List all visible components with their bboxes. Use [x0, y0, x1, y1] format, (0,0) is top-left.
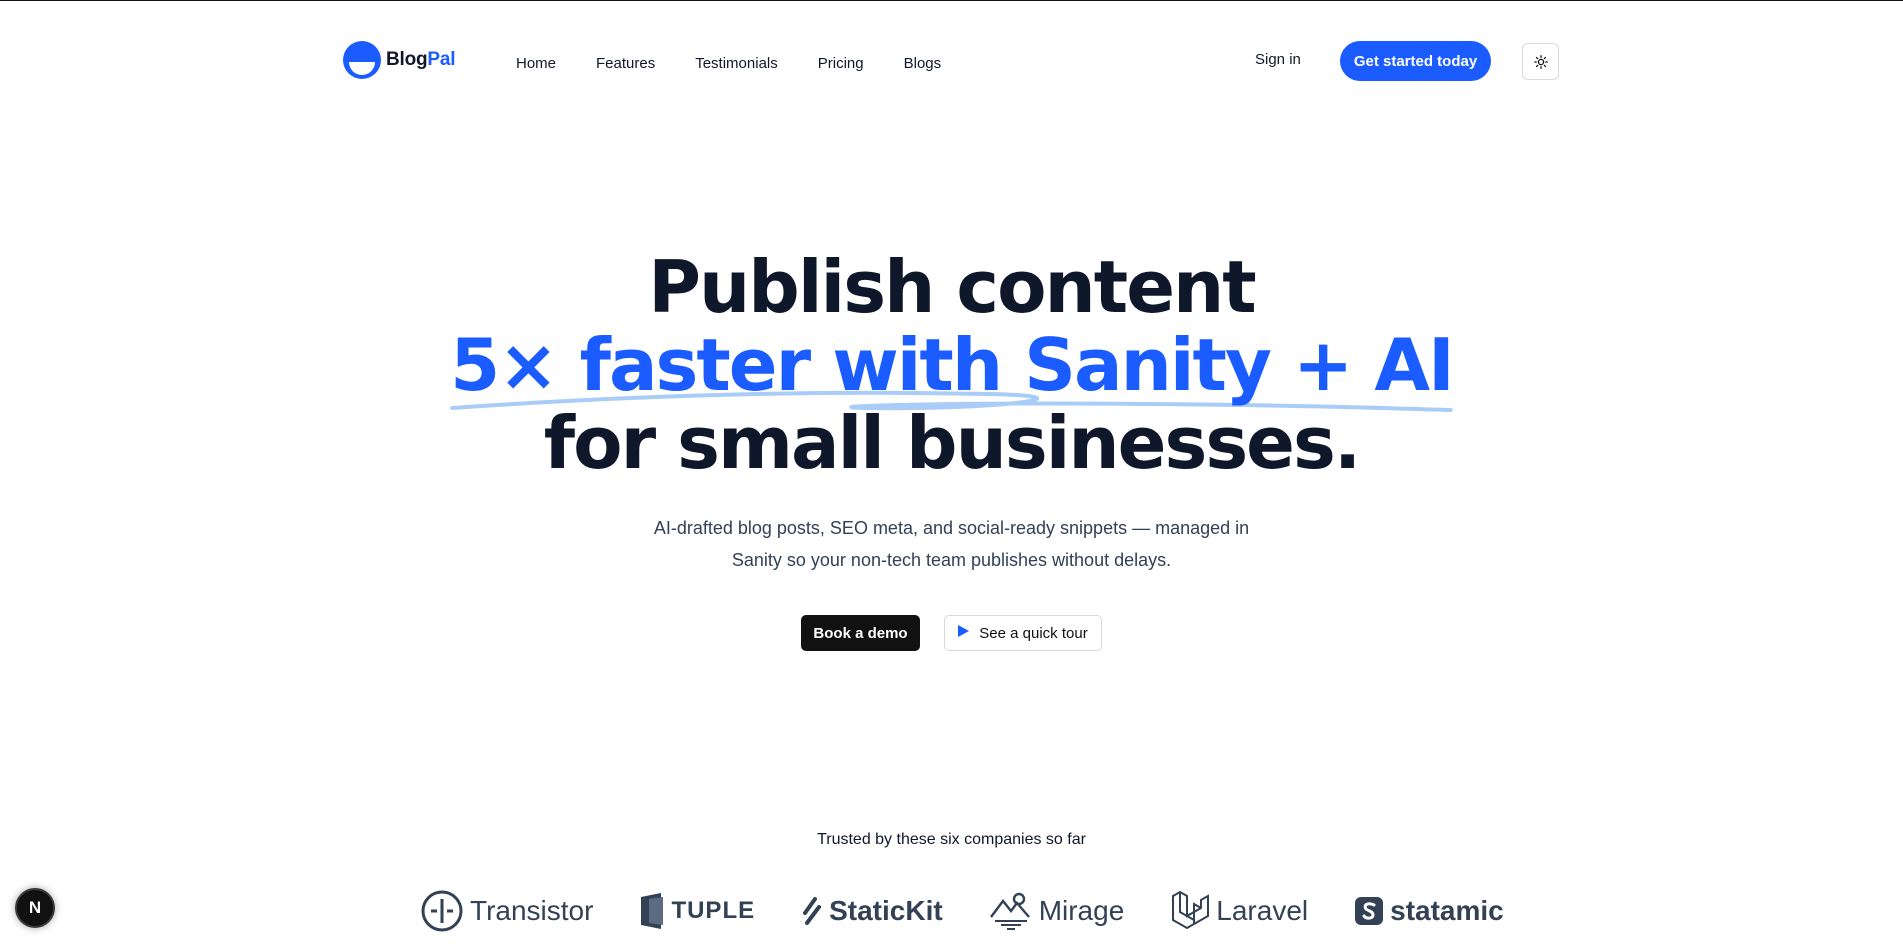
company-name: TUPLE [671, 897, 756, 924]
transistor-logo-icon [421, 890, 463, 932]
company-name: StaticKit [829, 895, 943, 926]
hero-heading: Publish content 5× faster with Sanity + … [0, 248, 1903, 482]
nav-pricing[interactable]: Pricing [818, 55, 864, 72]
nav-blogs[interactable]: Blogs [904, 55, 942, 72]
company-statamic: statamic [1354, 895, 1504, 927]
nav-features[interactable]: Features [596, 55, 655, 72]
company-mirage: Mirage [989, 891, 1125, 931]
main-nav: Home Features Testimonials Pricing Blogs [516, 55, 981, 72]
company-name: Transistor [470, 895, 594, 926]
nextjs-dev-badge[interactable]: N [15, 888, 55, 928]
company-tuple: TUPLE [639, 891, 755, 931]
brand-name-part2: Pal [427, 49, 456, 70]
hero-line-2: 5× faster with Sanity + AI [450, 323, 1455, 407]
mirage-logo-icon [989, 892, 1030, 930]
statamic-logo-icon [1355, 897, 1384, 925]
company-logos: Transistor TUPLE StaticKit Mirage Larave… [420, 887, 1550, 935]
brand-logo[interactable]: BlogPal [342, 40, 456, 80]
company-name: Laravel [1216, 895, 1309, 926]
nav-testimonials[interactable]: Testimonials [695, 55, 778, 72]
hero-subtitle-line-1: AI-drafted blog posts, SEO meta, and soc… [653, 518, 1250, 538]
window-top-border [0, 0, 1903, 1]
nav-home[interactable]: Home [516, 55, 556, 72]
book-demo-button[interactable]: Book a demo [801, 615, 920, 651]
company-name: statamic [1390, 895, 1504, 926]
sign-in-link[interactable]: Sign in [1255, 51, 1301, 68]
trusted-heading: Trusted by these six companies so far [817, 831, 1086, 848]
hero-actions: Book a demo See a quick tour [0, 615, 1903, 651]
hero-subtitle: AI-drafted blog posts, SEO meta, and soc… [0, 512, 1903, 576]
blogpal-logo-icon [343, 41, 381, 79]
brand-name: BlogPal [386, 49, 456, 71]
company-name: Mirage [1038, 895, 1125, 926]
site-header: BlogPal Home Features Testimonials Prici… [340, 38, 1560, 86]
quick-tour-label: See a quick tour [979, 624, 1088, 642]
company-transistor: Transistor [420, 889, 593, 933]
tuple-logo-icon [641, 893, 664, 929]
play-icon [958, 625, 970, 637]
hero-subtitle-line-2: Sanity so your non-tech team publishes w… [731, 550, 1172, 570]
company-laravel: Laravel [1170, 890, 1308, 932]
brand-name-part1: Blog [386, 49, 428, 70]
laravel-logo-icon [1172, 890, 1210, 930]
sun-icon [1533, 54, 1548, 69]
quick-tour-button[interactable]: See a quick tour [944, 615, 1102, 651]
theme-toggle-button[interactable] [1522, 43, 1559, 80]
company-statickit: StaticKit [801, 895, 943, 927]
hero-line-2-highlight: 5× faster with Sanity + AI [450, 323, 1455, 412]
statickit-logo-icon [803, 897, 822, 925]
get-started-button[interactable]: Get started today [1340, 41, 1491, 81]
hero-line-1: Publish content [648, 245, 1256, 329]
